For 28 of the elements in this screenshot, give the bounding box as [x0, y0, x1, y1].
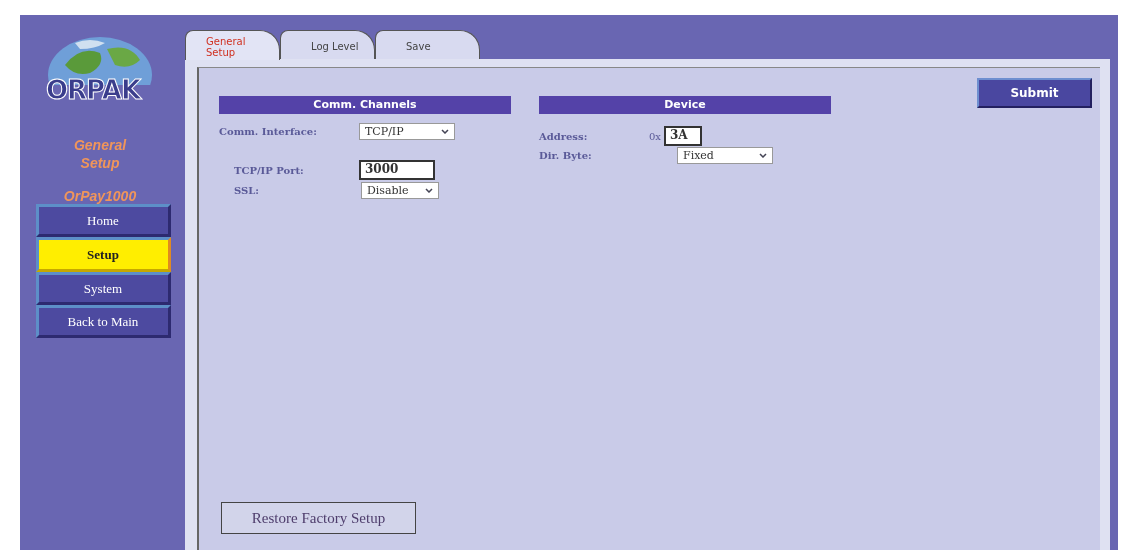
input-field[interactable]: 3A [664, 126, 702, 146]
caret-icon [425, 188, 433, 193]
field-label: Comm. Interface: [219, 126, 318, 137]
field-label: Dir. Byte: [539, 150, 593, 161]
input-field[interactable]: 3000 [359, 160, 435, 180]
dropdown[interactable]: Disable [361, 182, 439, 199]
tab[interactable]: General Setup [185, 30, 280, 60]
caret-icon [759, 153, 767, 158]
dropdown[interactable]: TCP/IP [359, 123, 455, 140]
section-header: Device [539, 96, 831, 114]
field-label: Address: [539, 130, 589, 142]
section-title: General Setup [72, 137, 128, 172]
restore-button[interactable]: Restore Factory Setup [221, 502, 416, 534]
tab[interactable]: Save [375, 30, 480, 60]
device-name: OrPay1000 [63, 188, 137, 204]
tab[interactable]: Log Level [280, 30, 375, 60]
sidebar-item[interactable]: System [35, 272, 171, 305]
dropdown[interactable]: Fixed [677, 147, 773, 164]
submit-button[interactable]: Submit [977, 78, 1092, 108]
caret-icon [441, 129, 449, 134]
sidebar-item[interactable]: Home [35, 204, 171, 237]
sidebar-item[interactable]: Setup [35, 237, 171, 272]
section-header: Comm. Channels [219, 96, 511, 114]
field-label: TCP/IP Port: [233, 164, 305, 176]
hex-prefix: 0x [649, 130, 661, 142]
logo-text: ORPAK [46, 75, 141, 105]
sidebar-item[interactable]: Back to Main [35, 305, 171, 338]
field-label: SSL: [233, 185, 260, 196]
